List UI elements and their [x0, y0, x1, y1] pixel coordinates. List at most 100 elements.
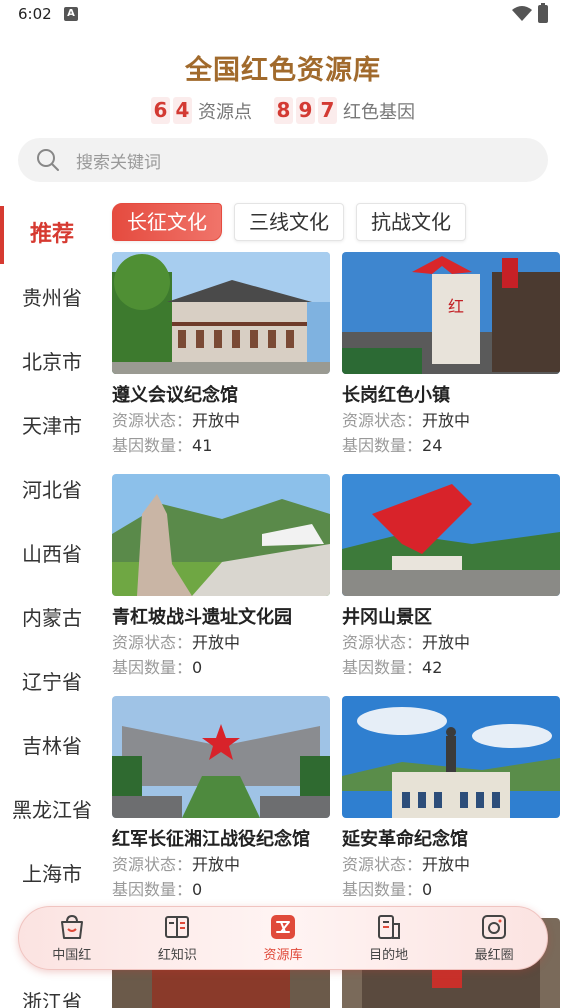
tab-long-march[interactable]: 长征文化: [112, 203, 222, 241]
status-value: 开放中: [422, 855, 471, 874]
stat-digit: 6: [151, 97, 170, 124]
stat-digit: 4: [173, 97, 192, 124]
nav-item-china-red[interactable]: 中国红: [32, 913, 112, 963]
status-value: 开放中: [192, 855, 241, 874]
nav-label: 最红圈: [474, 948, 514, 963]
search-icon: [37, 149, 59, 171]
card-title: 遵义会议纪念馆: [112, 385, 238, 406]
status-label: 资源状态：: [112, 855, 193, 874]
status-label: 资源状态：: [342, 411, 423, 430]
status-value: 开放中: [192, 633, 241, 652]
book-icon: [165, 916, 190, 938]
sidebar-item-zhejiang[interactable]: 浙江省: [0, 968, 104, 1008]
card-gene-count: 基因数量：41: [112, 435, 330, 457]
resource-card[interactable]: 遵义会议纪念馆 资源状态：开放中 基因数量：41: [112, 252, 330, 457]
svg-text:红: 红: [448, 297, 464, 316]
stat-digit: 9: [296, 97, 315, 124]
card-gene-count: 基因数量：0: [112, 879, 330, 901]
status-label: 资源状态：: [342, 633, 423, 652]
nav-label: 中国红: [52, 948, 92, 963]
card-photo: [112, 696, 330, 818]
sidebar-item-shanghai[interactable]: 上海市: [0, 840, 104, 904]
sidebar-item-liaoning[interactable]: 辽宁省: [0, 648, 104, 712]
resource-icon: [270, 915, 295, 939]
sidebar-item-recommend[interactable]: 推荐: [0, 200, 104, 264]
card-status: 资源状态：开放中: [342, 410, 560, 432]
card-title: 红军长征湘江战役纪念馆: [112, 829, 310, 850]
count-label: 基因数量：: [112, 436, 193, 455]
card-photo: [342, 474, 560, 596]
nav-item-destination[interactable]: 目的地: [349, 913, 429, 963]
status-bar: 6:02 A: [0, 0, 566, 30]
card-photo: [112, 474, 330, 596]
card-status: 资源状态：开放中: [112, 410, 330, 432]
camera-icon: [482, 915, 507, 939]
sidebar-item-jilin[interactable]: 吉林省: [0, 712, 104, 776]
count-value: 0: [192, 880, 203, 899]
nav-label: 红知识: [157, 948, 197, 963]
wifi-icon: [512, 6, 532, 21]
tab-anti-war[interactable]: 抗战文化: [356, 203, 466, 241]
stat-label-genes: 红色基因: [343, 101, 415, 123]
category-tabs: 长征文化 三线文化 抗战文化: [112, 203, 478, 241]
resource-card[interactable]: 延安革命纪念馆 资源状态：开放中 基因数量：0: [342, 696, 560, 901]
sidebar-item-neimenggu[interactable]: 内蒙古: [0, 584, 104, 648]
card-photo: [342, 696, 560, 818]
sidebar-item-tianjin[interactable]: 天津市: [0, 392, 104, 456]
nav-item-red-knowledge[interactable]: 红知识: [137, 913, 217, 963]
sidebar-item-guizhou[interactable]: 贵州省: [0, 264, 104, 328]
tab-third-front[interactable]: 三线文化: [234, 203, 344, 241]
count-label: 基因数量：: [112, 658, 193, 677]
status-time: 6:02: [18, 5, 52, 23]
card-title: 长岗红色小镇: [342, 385, 450, 406]
card-gene-count: 基因数量：42: [342, 657, 560, 679]
card-status: 资源状态：开放中: [112, 632, 330, 654]
resource-card[interactable]: 井冈山景区 资源状态：开放中 基因数量：42: [342, 474, 560, 679]
sidebar-item-heilongjiang[interactable]: 黑龙江省: [0, 776, 104, 840]
nav-label: 目的地: [369, 948, 409, 963]
card-gene-count: 基因数量：0: [342, 879, 560, 901]
status-label: 资源状态：: [112, 411, 193, 430]
nav-label: 资源库: [263, 948, 303, 963]
card-status: 资源状态：开放中: [342, 854, 560, 876]
status-value: 开放中: [422, 633, 471, 652]
card-photo: [112, 252, 330, 374]
count-value: 0: [422, 880, 433, 899]
count-value: 0: [192, 658, 203, 677]
count-label: 基因数量：: [112, 880, 193, 899]
count-label: 基因数量：: [342, 658, 423, 677]
sidebar-item-hebei[interactable]: 河北省: [0, 456, 104, 520]
nav-item-resource-library[interactable]: 资源库: [243, 913, 323, 963]
card-status: 资源状态：开放中: [112, 854, 330, 876]
count-label: 基因数量：: [342, 436, 423, 455]
resource-card[interactable]: 红 长岗红色小镇 资源状态：开放中 基因数量：24: [342, 252, 560, 457]
count-label: 基因数量：: [342, 880, 423, 899]
sidebar-item-beijing[interactable]: 北京市: [0, 328, 104, 392]
card-photo: 红: [342, 252, 560, 374]
card-status: 资源状态：开放中: [342, 632, 560, 654]
destination-icon: [377, 915, 400, 939]
resource-card[interactable]: 红军长征湘江战役纪念馆 资源状态：开放中 基因数量：0: [112, 696, 330, 901]
stats-bar: 6 4 资源点 8 9 7 红色基因: [0, 97, 566, 124]
card-title: 青杠坡战斗遗址文化园: [112, 607, 292, 628]
stat-label-resources: 资源点: [198, 101, 252, 123]
resource-grid: 遵义会议纪念馆 资源状态：开放中 基因数量：41 红 长岗红色小镇 资源状态：开…: [112, 252, 560, 1008]
status-label: 资源状态：: [342, 855, 423, 874]
nav-item-hot-circle[interactable]: 最红圈: [454, 913, 534, 963]
sidebar-item-shanxi[interactable]: 山西省: [0, 520, 104, 584]
status-value: 开放中: [192, 411, 241, 430]
card-title: 延安革命纪念馆: [342, 829, 468, 850]
resource-card[interactable]: 青杠坡战斗遗址文化园 资源状态：开放中 基因数量：0: [112, 474, 330, 679]
battery-icon: [538, 3, 548, 23]
count-value: 42: [422, 658, 443, 677]
card-title: 井冈山景区: [342, 607, 432, 628]
bottom-navigation: 中国红 红知识 资源库 目的地 最红圈: [18, 906, 548, 970]
status-value: 开放中: [422, 411, 471, 430]
search-placeholder: 搜索关键词: [76, 152, 161, 173]
stat-digit: 8: [274, 97, 293, 124]
count-value: 41: [192, 436, 213, 455]
stat-digit: 7: [318, 97, 337, 124]
search-input[interactable]: 搜索关键词: [18, 138, 548, 182]
status-label: 资源状态：: [112, 633, 193, 652]
card-gene-count: 基因数量：0: [112, 657, 330, 679]
